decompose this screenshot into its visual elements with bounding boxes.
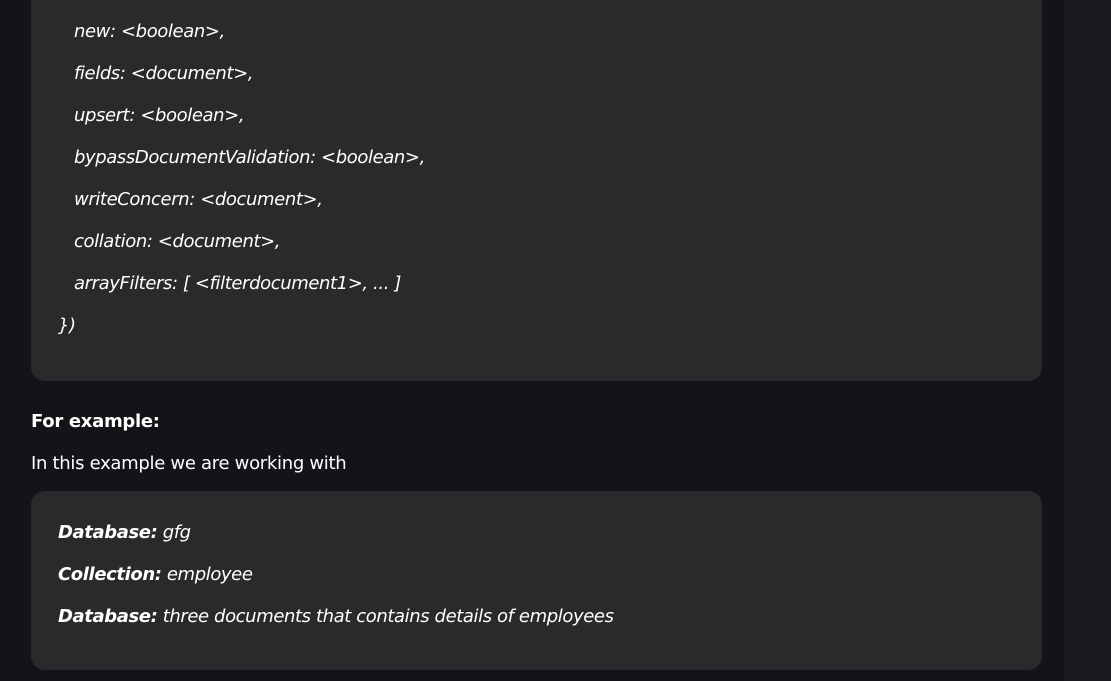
info-row-collection: Collection: employee	[58, 564, 253, 585]
info-key: Database:	[58, 606, 158, 627]
syntax-code-block: new: <boolean>, fields: <document>, upse…	[31, 0, 1042, 381]
example-heading: For example:	[31, 411, 160, 432]
code-line-new: new: <boolean>,	[74, 21, 225, 42]
info-key: Database:	[58, 522, 158, 543]
code-line-fields: fields: <document>,	[74, 63, 254, 84]
info-value: three documents that contains details of…	[157, 606, 614, 627]
code-line-upsert: upsert: <boolean>,	[74, 105, 245, 126]
info-row-documents: Database: three documents that contains …	[58, 606, 614, 627]
example-info-block: Database: gfg Collection: employee Datab…	[31, 491, 1042, 670]
code-line-closing: })	[58, 315, 76, 336]
article-page: new: <boolean>, fields: <document>, upse…	[0, 0, 1111, 681]
code-line-array-filters: arrayFilters: [ <filterdocument1>, ... ]	[74, 273, 401, 294]
info-key: Collection:	[58, 564, 162, 585]
info-row-database: Database: gfg	[58, 522, 191, 543]
example-intro-text: In this example we are working with	[31, 453, 347, 474]
code-line-bypass-validation: bypassDocumentValidation: <boolean>,	[74, 147, 425, 168]
code-line-collation: collation: <document>,	[74, 231, 281, 252]
info-value: gfg	[157, 522, 191, 543]
info-value: employee	[161, 564, 253, 585]
right-gutter	[1064, 0, 1111, 681]
code-line-write-concern: writeConcern: <document>,	[74, 189, 323, 210]
